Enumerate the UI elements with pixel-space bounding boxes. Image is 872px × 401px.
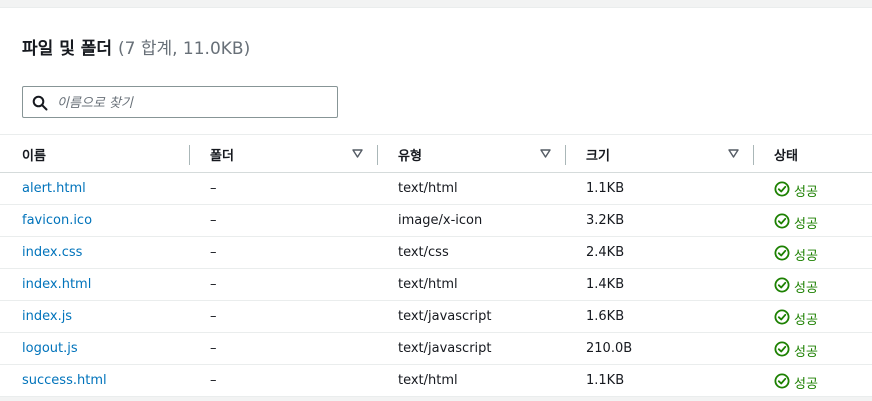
status-text: 성공 — [794, 313, 818, 328]
column-divider[interactable] — [565, 145, 566, 165]
column-divider[interactable] — [189, 145, 190, 165]
file-name-link[interactable]: index.js — [22, 309, 72, 324]
file-name-link[interactable]: success.html — [22, 373, 107, 388]
check-circle-icon — [774, 213, 790, 229]
section-title: 파일 및 폴더 (7 합계, 11.0KB) — [22, 34, 250, 59]
status-text: 성공 — [794, 281, 818, 296]
size-cell: 1.1KB — [586, 181, 625, 196]
type-cell: image/x-icon — [398, 213, 483, 228]
column-divider[interactable] — [377, 145, 378, 165]
column-divider[interactable] — [753, 145, 754, 165]
column-header-status[interactable]: 상태 — [774, 145, 798, 164]
table-row: success.html – text/html 1.1KB 성공 — [0, 365, 872, 397]
status-text: 성공 — [794, 249, 818, 264]
status-text: 성공 — [794, 217, 818, 232]
type-cell: text/html — [398, 277, 458, 292]
file-name-link[interactable]: favicon.ico — [22, 213, 92, 228]
column-header-size[interactable]: 크기 — [586, 145, 610, 164]
file-name-link[interactable]: alert.html — [22, 181, 86, 196]
table-row: logout.js – text/javascript 210.0B 성공 — [0, 333, 872, 365]
status-text: 성공 — [794, 185, 818, 200]
folder-cell: – — [210, 213, 217, 228]
folder-cell: – — [210, 181, 217, 196]
search-box[interactable] — [22, 86, 338, 118]
folder-cell: – — [210, 373, 217, 388]
folder-cell: – — [210, 309, 217, 324]
table-header: 이름 폴더 유형 크기 상태 — [0, 134, 872, 173]
sort-triangle-icon[interactable] — [728, 149, 739, 158]
type-cell: text/html — [398, 181, 458, 196]
status-badge: 성공 — [774, 245, 854, 264]
table-row: favicon.ico – image/x-icon 3.2KB 성공 — [0, 205, 872, 237]
check-circle-icon — [774, 245, 790, 261]
file-name-link[interactable]: index.html — [22, 277, 91, 292]
check-circle-icon — [774, 277, 790, 293]
folder-cell: – — [210, 341, 217, 356]
status-badge: 성공 — [774, 213, 854, 232]
column-header-folder[interactable]: 폴더 — [210, 145, 234, 164]
size-cell: 2.4KB — [586, 245, 625, 260]
status-badge: 성공 — [774, 341, 854, 360]
table-row: index.css – text/css 2.4KB 성공 — [0, 237, 872, 269]
type-cell: text/javascript — [398, 341, 492, 356]
status-badge: 성공 — [774, 373, 854, 392]
search-input[interactable] — [55, 91, 329, 115]
status-badge: 성공 — [774, 181, 854, 200]
column-header-name[interactable]: 이름 — [22, 145, 46, 164]
size-cell: 1.6KB — [586, 309, 625, 324]
status-text: 성공 — [794, 377, 818, 392]
search-icon — [32, 95, 48, 111]
file-name-link[interactable]: logout.js — [22, 341, 78, 356]
table-row: index.html – text/html 1.4KB 성공 — [0, 269, 872, 301]
folder-cell: – — [210, 277, 217, 292]
size-cell: 1.4KB — [586, 277, 625, 292]
type-cell: text/css — [398, 245, 449, 260]
folder-cell: – — [210, 245, 217, 260]
size-cell: 3.2KB — [586, 213, 625, 228]
status-text: 성공 — [794, 345, 818, 360]
status-badge: 성공 — [774, 277, 854, 296]
files-panel: 파일 및 폴더 (7 합계, 11.0KB) 이름 폴더 유형 크기 상태 al… — [0, 7, 872, 397]
sort-triangle-icon[interactable] — [540, 149, 551, 158]
status-badge: 성공 — [774, 309, 854, 328]
type-cell: text/html — [398, 373, 458, 388]
check-circle-icon — [774, 373, 790, 389]
section-count: (7 합계, 11.0KB) — [117, 39, 251, 59]
check-circle-icon — [774, 341, 790, 357]
check-circle-icon — [774, 181, 790, 197]
table-row: index.js – text/javascript 1.6KB 성공 — [0, 301, 872, 333]
size-cell: 1.1KB — [586, 373, 625, 388]
file-name-link[interactable]: index.css — [22, 245, 82, 260]
size-cell: 210.0B — [586, 341, 633, 356]
type-cell: text/javascript — [398, 309, 492, 324]
column-header-type[interactable]: 유형 — [398, 145, 422, 164]
section-title-text: 파일 및 폴더 — [22, 39, 113, 59]
check-circle-icon — [774, 309, 790, 325]
table-row: alert.html – text/html 1.1KB 성공 — [0, 173, 872, 205]
sort-triangle-icon[interactable] — [352, 149, 363, 158]
